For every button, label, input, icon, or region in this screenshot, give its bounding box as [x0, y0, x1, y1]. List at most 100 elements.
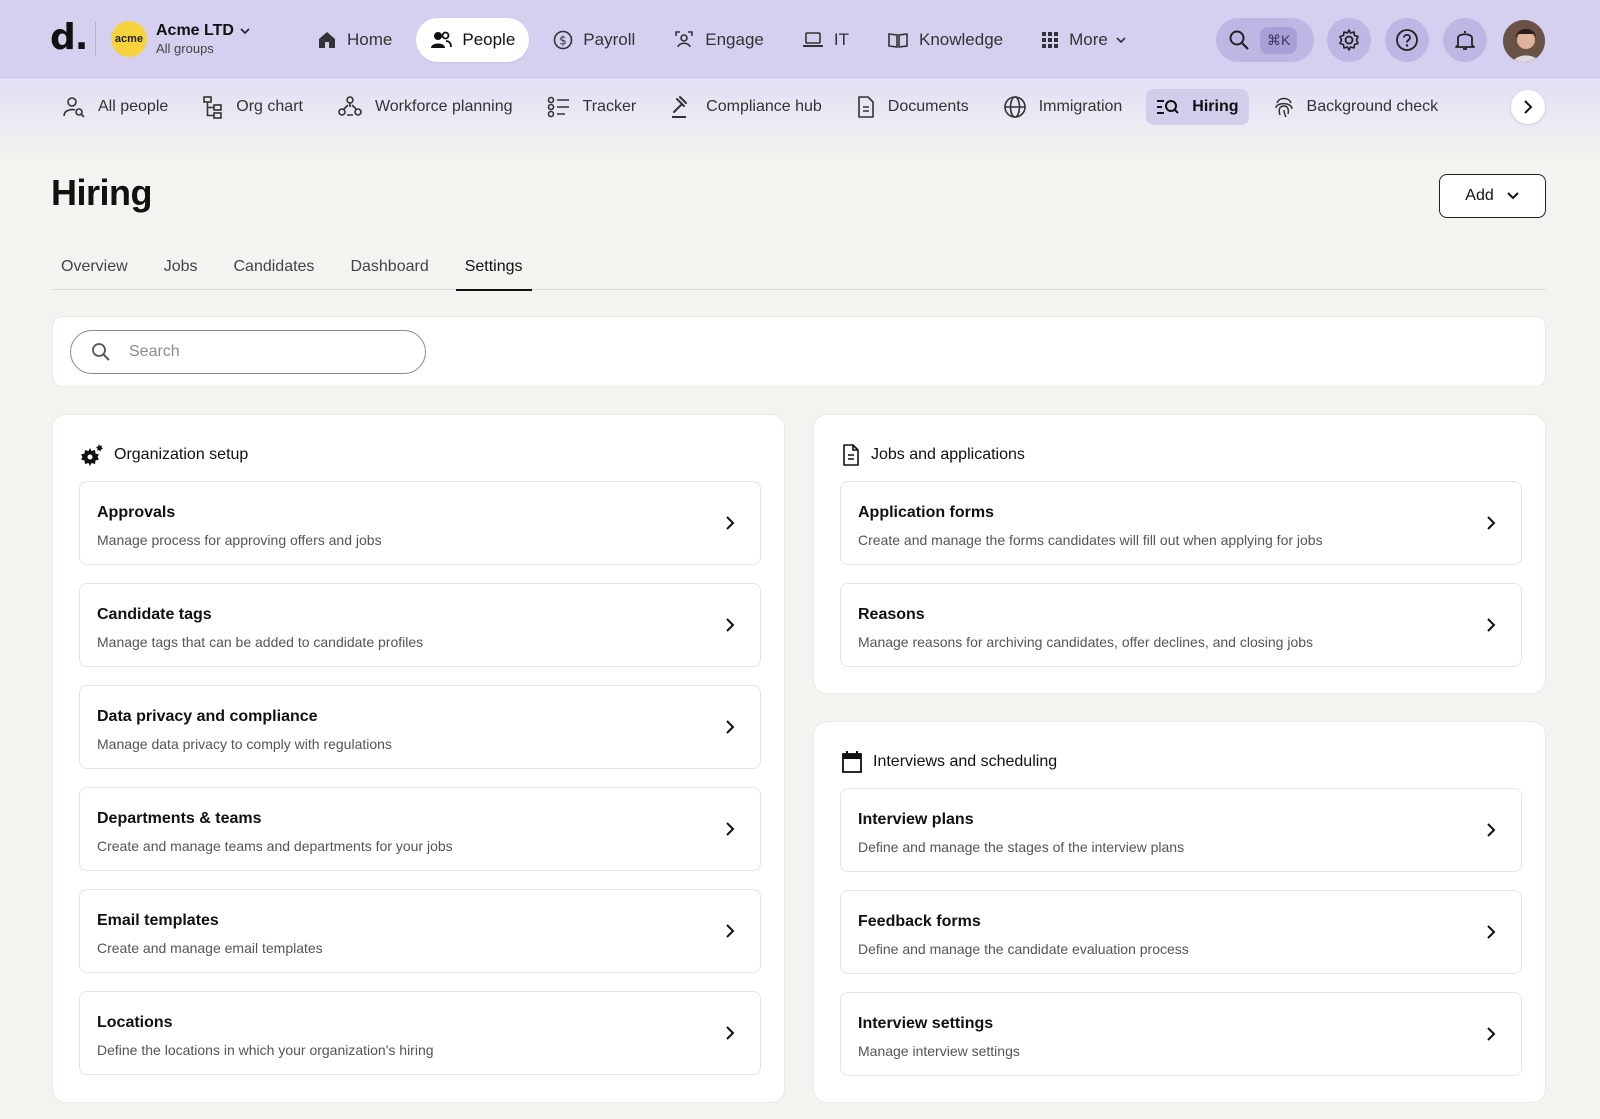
row-description: Define and manage the candidate evaluati… [858, 941, 1189, 957]
help-button[interactable] [1385, 18, 1429, 62]
subnav-org-chart[interactable]: Org chart [192, 89, 313, 125]
settings-button[interactable] [1327, 18, 1371, 62]
org-chart-icon [203, 96, 223, 119]
tab-overview[interactable]: Overview [52, 250, 137, 290]
row-title: Application forms [858, 504, 995, 521]
add-button[interactable]: Add [1439, 174, 1546, 218]
row-description: Manage interview settings [858, 1043, 1020, 1059]
checklist-icon [547, 96, 569, 118]
subnav-tracker[interactable]: Tracker [537, 89, 647, 125]
workforce-icon [338, 96, 362, 116]
row-title: Departments & teams [97, 810, 262, 827]
row-description: Manage reasons for archiving candidates,… [858, 634, 1314, 650]
settings-row-interview-plans[interactable]: Interview plans Define and manage the st… [840, 788, 1522, 872]
chevron-right-icon [726, 618, 735, 632]
settings-row-feedback-forms[interactable]: Feedback forms Define and manage the can… [840, 890, 1522, 974]
row-description: Manage process for approving offers and … [97, 532, 382, 548]
subnav-scroll-right-button[interactable] [1511, 90, 1545, 124]
subnav-background-check[interactable]: Background check [1263, 89, 1449, 125]
settings-row-interview-settings[interactable]: Interview settings Manage interview sett… [840, 992, 1522, 1076]
person-search-icon [63, 97, 85, 118]
subnav-workforce-planning[interactable]: Workforce planning [327, 89, 523, 125]
nav-more-label: More [1069, 30, 1108, 49]
global-search-button[interactable]: ⌘K [1216, 18, 1314, 62]
tab-jobs[interactable]: Jobs [155, 250, 207, 290]
org-name-row: Acme LTD [156, 22, 250, 40]
notifications-button[interactable] [1443, 18, 1487, 62]
app-logo[interactable]: d. [50, 18, 88, 58]
people-icon [431, 31, 453, 48]
add-button-label: Add [1465, 187, 1494, 204]
shortcut-hint: ⌘K [1260, 26, 1298, 54]
document-icon [843, 444, 859, 466]
tab-settings[interactable]: Settings [455, 250, 532, 291]
tab-dashboard[interactable]: Dashboard [341, 250, 437, 290]
settings-row-locations[interactable]: Locations Define the locations in which … [79, 991, 761, 1075]
chevron-down-icon [240, 28, 250, 35]
settings-search-card [52, 316, 1546, 387]
subnav-immigration[interactable]: Immigration [993, 89, 1133, 125]
engage-icon [675, 31, 694, 48]
chevron-right-icon [726, 822, 735, 836]
chevron-right-icon [726, 516, 735, 530]
nav-more[interactable]: More [1027, 18, 1140, 62]
row-title: Data privacy and compliance [97, 708, 318, 725]
help-icon [1396, 29, 1418, 51]
user-avatar[interactable] [1501, 18, 1547, 64]
row-description: Manage tags that can be added to candida… [97, 634, 424, 650]
settings-row-approvals[interactable]: Approvals Manage process for approving o… [79, 481, 761, 565]
org-group: All groups [156, 41, 214, 56]
chevron-right-icon [1487, 1027, 1496, 1041]
nav-knowledge[interactable]: Knowledge [873, 18, 1017, 62]
settings-row-candidate-tags[interactable]: Candidate tags Manage tags that can be a… [79, 583, 761, 667]
settings-row-departments-teams[interactable]: Departments & teams Create and manage te… [79, 787, 761, 871]
nav-people[interactable]: People [416, 18, 530, 62]
row-title: Feedback forms [858, 913, 981, 930]
org-name: Acme LTD [156, 22, 234, 39]
section-title: Organization setup [114, 446, 249, 463]
nav-it-label: IT [833, 30, 849, 49]
row-description: Define and manage the stages of the inte… [858, 839, 1185, 855]
subnav-background-check-label: Background check [1306, 98, 1439, 115]
org-avatar: acme [111, 21, 147, 57]
subnav-tracker-label: Tracker [582, 98, 637, 115]
hiring-search-icon [1157, 100, 1180, 114]
settings-search-input[interactable] [129, 343, 389, 361]
search-icon [1229, 30, 1249, 50]
section-header: Organization setup [80, 443, 248, 467]
main-nav: Home People $ Payroll Engage IT Knowledg… [303, 18, 1150, 62]
subnav-hiring-label: Hiring [1192, 98, 1239, 115]
chevron-right-icon [726, 1026, 735, 1040]
chevron-down-icon [1507, 192, 1519, 200]
section-header: Interviews and scheduling [841, 750, 1057, 774]
chevron-right-icon [726, 924, 735, 938]
nav-it[interactable]: IT [788, 18, 863, 62]
settings-row-application-forms[interactable]: Application forms Create and manage the … [840, 481, 1522, 565]
page-title: Hiring [51, 172, 153, 213]
gear-icon [1339, 29, 1359, 51]
nav-home[interactable]: Home [303, 18, 406, 62]
subnav-documents[interactable]: Documents [846, 89, 979, 125]
row-title: Interview settings [858, 1015, 994, 1032]
nav-engage[interactable]: Engage [659, 18, 778, 62]
settings-row-email-templates[interactable]: Email templates Create and manage email … [79, 889, 761, 973]
settings-row-reasons[interactable]: Reasons Manage reasons for archiving can… [840, 583, 1522, 667]
subnav-workforce-planning-label: Workforce planning [374, 98, 513, 115]
section-interviews-scheduling: Interviews and scheduling Interview plan… [813, 721, 1546, 1103]
settings-row-data-privacy[interactable]: Data privacy and compliance Manage data … [79, 685, 761, 769]
tab-candidates[interactable]: Candidates [224, 250, 323, 290]
subnav-all-people-label: All people [98, 98, 169, 115]
gears-icon [81, 444, 103, 466]
dollar-circle-icon: $ [553, 30, 573, 50]
subnav-compliance-hub[interactable]: Compliance hub [660, 89, 832, 125]
row-description: Create and manage email templates [97, 940, 323, 956]
subnav-documents-label: Documents [887, 98, 969, 115]
subnav-all-people[interactable]: All people [52, 89, 178, 125]
subnav-hiring[interactable]: Hiring [1146, 89, 1249, 125]
nav-payroll[interactable]: $ Payroll [539, 18, 649, 62]
org-switcher[interactable]: acme Acme LTD All groups [111, 21, 250, 57]
chevron-right-icon [1524, 100, 1533, 114]
section-organization-setup: Organization setup Approvals Manage proc… [52, 414, 785, 1103]
fingerprint-icon [1274, 97, 1293, 118]
section-jobs-applications: Jobs and applications Application forms … [813, 414, 1546, 694]
